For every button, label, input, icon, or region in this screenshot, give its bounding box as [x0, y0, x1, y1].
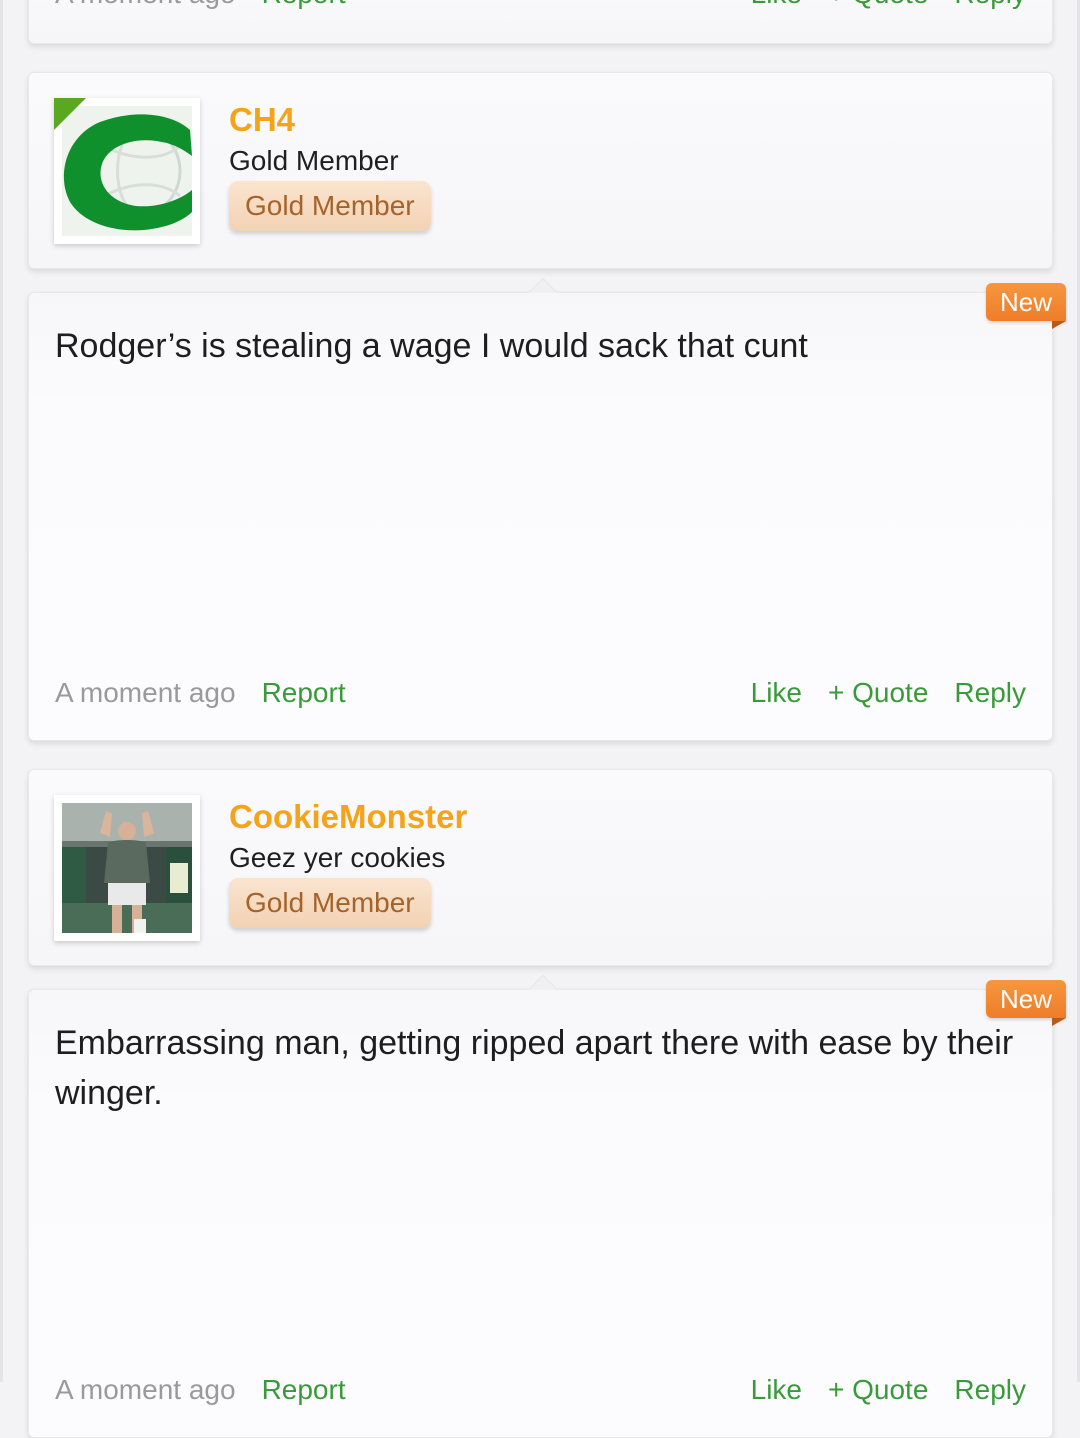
new-badge: New [985, 283, 1067, 329]
reply-button[interactable]: Reply [954, 0, 1026, 9]
post-timestamp: A moment ago [55, 677, 236, 708]
post-message: Embarrassing man, getting ripped apart t… [55, 1024, 1014, 1112]
report-link[interactable]: Report [262, 677, 346, 708]
avatar[interactable] [54, 98, 200, 244]
post-footer: A moment ago Report Like + Quote Reply [55, 673, 1026, 713]
user-title: Geez yer cookies [229, 842, 446, 873]
post-author-card: CH4 Gold Member Gold Member [28, 72, 1053, 269]
quote-button[interactable]: + Quote [828, 0, 928, 9]
post-message: Rodger’s is stealing a wage I would sack… [55, 327, 808, 365]
online-indicator [54, 98, 87, 131]
quote-button[interactable]: + Quote [828, 677, 928, 708]
player-photo-avatar-icon [62, 803, 192, 933]
reply-button[interactable]: Reply [954, 1374, 1026, 1405]
username[interactable]: CookieMonster [229, 798, 467, 836]
quote-button[interactable]: + Quote [828, 1374, 928, 1405]
post-author-card: CookieMonster Geez yer cookies Gold Memb… [28, 769, 1053, 966]
speech-notch [529, 976, 557, 990]
report-link[interactable]: Report [262, 0, 346, 9]
like-button[interactable]: Like [751, 1374, 802, 1405]
speech-notch [529, 279, 557, 293]
like-button[interactable]: Like [751, 0, 802, 9]
post-timestamp: A moment ago [55, 1374, 236, 1405]
post-body-card: New Rodger’s is stealing a wage I would … [28, 279, 1067, 741]
user-title: Gold Member [229, 145, 399, 176]
page-left-edge [0, 0, 3, 1382]
rank-badge: Gold Member [229, 878, 431, 928]
post-timestamp: A moment ago [55, 0, 236, 9]
post-body-card: New Embarrassing man, getting ripped apa… [28, 976, 1067, 1438]
previous-post-card: A moment ago Report Like + Quote Reply [28, 0, 1053, 44]
rank-badge: Gold Member [229, 181, 431, 231]
like-button[interactable]: Like [751, 677, 802, 708]
report-link[interactable]: Report [262, 1374, 346, 1405]
reply-button[interactable]: Reply [954, 677, 1026, 708]
avatar[interactable] [54, 795, 200, 941]
username[interactable]: CH4 [229, 101, 295, 139]
post-footer: A moment ago Report Like + Quote Reply [55, 1370, 1026, 1410]
new-badge: New [985, 980, 1067, 1026]
post-footer: A moment ago Report Like + Quote Reply [55, 0, 1026, 14]
